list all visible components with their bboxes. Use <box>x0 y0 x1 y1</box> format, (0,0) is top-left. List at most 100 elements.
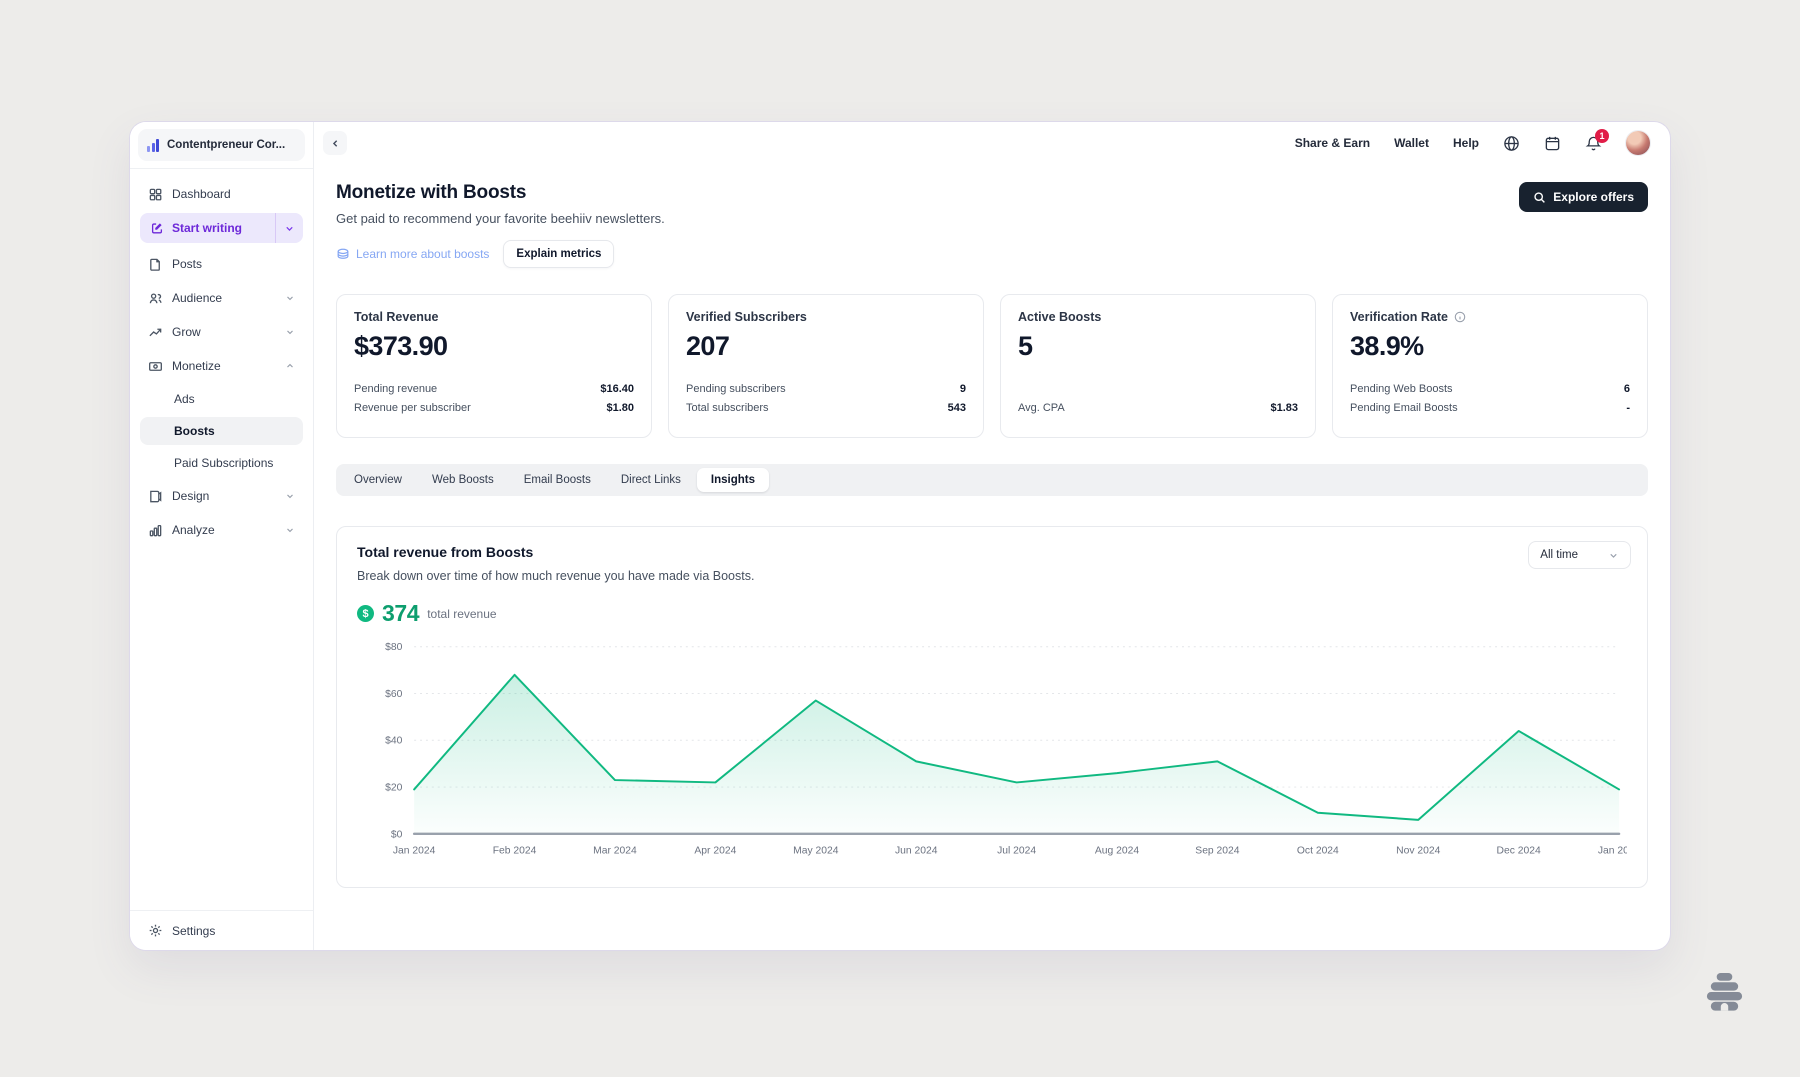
svg-text:$0: $0 <box>391 829 403 840</box>
workspace-logo-icon <box>147 139 159 152</box>
gear-icon <box>148 923 163 938</box>
svg-text:$60: $60 <box>385 689 402 700</box>
metric-label: Verified Subscribers <box>686 310 966 324</box>
metric-card-verification-rate: Verification Rate 38.9% Pending Web Boos… <box>1332 294 1648 438</box>
chevron-down-icon <box>285 491 295 501</box>
stat-value: $16.40 <box>600 383 634 395</box>
svg-text:$40: $40 <box>385 736 402 747</box>
bar-chart-icon <box>148 523 163 538</box>
svg-text:Jan 2024: Jan 2024 <box>393 846 436 857</box>
metric-card-total-revenue: Total Revenue $373.90 Pending revenue$16… <box>336 294 652 438</box>
content-pane: Share & Earn Wallet Help 1 Monetize with… <box>314 122 1670 950</box>
learn-more-label: Learn more about boosts <box>356 247 489 261</box>
stat-value: - <box>1626 402 1630 414</box>
sidebar-item-label: Monetize <box>172 359 276 373</box>
metric-label: Verification Rate <box>1350 310 1448 324</box>
sidebar-item-boosts[interactable]: Boosts <box>140 417 303 445</box>
svg-text:Jun 2024: Jun 2024 <box>895 846 938 857</box>
tab-overview[interactable]: Overview <box>340 468 416 492</box>
sidebar: Contentpreneur Cor... Dashboard Start wr… <box>130 122 314 950</box>
chevron-down-icon <box>285 327 295 337</box>
dashboard-grid-icon <box>148 187 163 202</box>
sidebar-item-label: Analyze <box>172 523 276 537</box>
sidebar-item-ads[interactable]: Ads <box>140 385 303 413</box>
design-icon <box>148 489 163 504</box>
metric-value: 38.9% <box>1350 331 1630 362</box>
revenue-chart: $0$20$40$60$80Jan 2024Feb 2024Mar 2024Ap… <box>357 633 1627 881</box>
trending-up-icon <box>148 325 163 340</box>
learn-more-link[interactable]: Learn more about boosts <box>336 247 489 261</box>
metric-value: $373.90 <box>354 331 634 362</box>
stat-key: Total subscribers <box>686 402 769 414</box>
banknote-icon <box>148 359 163 374</box>
stat-value: 6 <box>1624 383 1630 395</box>
stat-value: $1.83 <box>1270 402 1298 414</box>
collapse-sidebar-button[interactable] <box>323 131 347 155</box>
sidebar-item-dashboard[interactable]: Dashboard <box>140 179 303 209</box>
start-writing-button[interactable]: Start writing <box>140 213 303 243</box>
sidebar-item-settings[interactable]: Settings <box>130 910 313 950</box>
coins-icon <box>336 247 350 261</box>
stat-key: Pending Email Boosts <box>1350 402 1458 414</box>
stat-key: Revenue per subscriber <box>354 402 471 414</box>
sidebar-item-label: Design <box>172 489 276 503</box>
sidebar-item-design[interactable]: Design <box>140 481 303 511</box>
total-revenue-label: total revenue <box>427 607 496 621</box>
revenue-chart-card: Total revenue from Boosts Break down ove… <box>336 526 1648 888</box>
tab-insights[interactable]: Insights <box>697 468 769 492</box>
sidebar-header: Contentpreneur Cor... <box>130 122 313 169</box>
stat-value: 9 <box>960 383 966 395</box>
info-icon[interactable] <box>1454 311 1466 323</box>
sidebar-item-label: Paid Subscriptions <box>174 456 273 470</box>
revenue-area-chart: $0$20$40$60$80Jan 2024Feb 2024Mar 2024Ap… <box>357 633 1627 881</box>
metric-card-verified-subscribers: Verified Subscribers 207 Pending subscri… <box>668 294 984 438</box>
svg-text:Sep 2024: Sep 2024 <box>1195 846 1239 857</box>
time-range-select[interactable]: All time <box>1528 541 1631 569</box>
svg-text:Jul 2024: Jul 2024 <box>997 846 1036 857</box>
explore-offers-label: Explore offers <box>1553 190 1634 204</box>
metric-label: Active Boosts <box>1018 310 1298 324</box>
chart-subtitle: Break down over time of how much revenue… <box>357 569 1627 583</box>
explain-metrics-button[interactable]: Explain metrics <box>503 240 614 268</box>
svg-text:Apr 2024: Apr 2024 <box>694 846 736 857</box>
sidebar-item-grow[interactable]: Grow <box>140 317 303 347</box>
tab-direct-links[interactable]: Direct Links <box>607 468 695 492</box>
sidebar-item-paid-subscriptions[interactable]: Paid Subscriptions <box>140 449 303 477</box>
main-content: Monetize with Boosts Get paid to recomme… <box>314 164 1670 950</box>
wallet-link[interactable]: Wallet <box>1394 136 1429 150</box>
calendar-icon[interactable] <box>1544 135 1561 152</box>
workspace-name: Contentpreneur Cor... <box>167 139 285 151</box>
svg-text:Jan 2025: Jan 2025 <box>1598 846 1627 857</box>
stat-value: 543 <box>948 402 966 414</box>
svg-text:Nov 2024: Nov 2024 <box>1396 846 1440 857</box>
metric-label: Total Revenue <box>354 310 634 324</box>
avatar[interactable] <box>1626 131 1650 155</box>
chart-title: Total revenue from Boosts <box>357 544 1627 560</box>
sidebar-item-label: Ads <box>174 392 195 406</box>
sidebar-item-audience[interactable]: Audience <box>140 283 303 313</box>
dollar-coin-icon: $ <box>357 605 374 622</box>
stat-key: Pending Web Boosts <box>1350 383 1453 395</box>
stat-key: Avg. CPA <box>1018 402 1065 414</box>
share-earn-link[interactable]: Share & Earn <box>1295 136 1370 150</box>
start-writing-chevron[interactable] <box>275 213 303 243</box>
workspace-switcher[interactable]: Contentpreneur Cor... <box>138 129 305 161</box>
tab-email-boosts[interactable]: Email Boosts <box>510 468 605 492</box>
svg-text:$80: $80 <box>385 642 402 653</box>
svg-text:Aug 2024: Aug 2024 <box>1095 846 1139 857</box>
sidebar-item-posts[interactable]: Posts <box>140 249 303 279</box>
sidebar-item-monetize[interactable]: Monetize <box>140 351 303 381</box>
help-link[interactable]: Help <box>1453 136 1479 150</box>
notification-badge: 1 <box>1595 129 1609 143</box>
sidebar-item-analyze[interactable]: Analyze <box>140 515 303 545</box>
bell-icon[interactable]: 1 <box>1585 135 1602 152</box>
tab-web-boosts[interactable]: Web Boosts <box>418 468 508 492</box>
sidebar-item-label: Audience <box>172 291 276 305</box>
explore-offers-button[interactable]: Explore offers <box>1519 182 1648 212</box>
start-writing-label: Start writing <box>172 221 242 235</box>
stat-key: Pending subscribers <box>686 383 786 395</box>
total-revenue-number: 374 <box>382 600 419 627</box>
globe-icon[interactable] <box>1503 135 1520 152</box>
chevron-down-icon <box>285 525 295 535</box>
chevron-down-icon <box>1608 550 1619 561</box>
